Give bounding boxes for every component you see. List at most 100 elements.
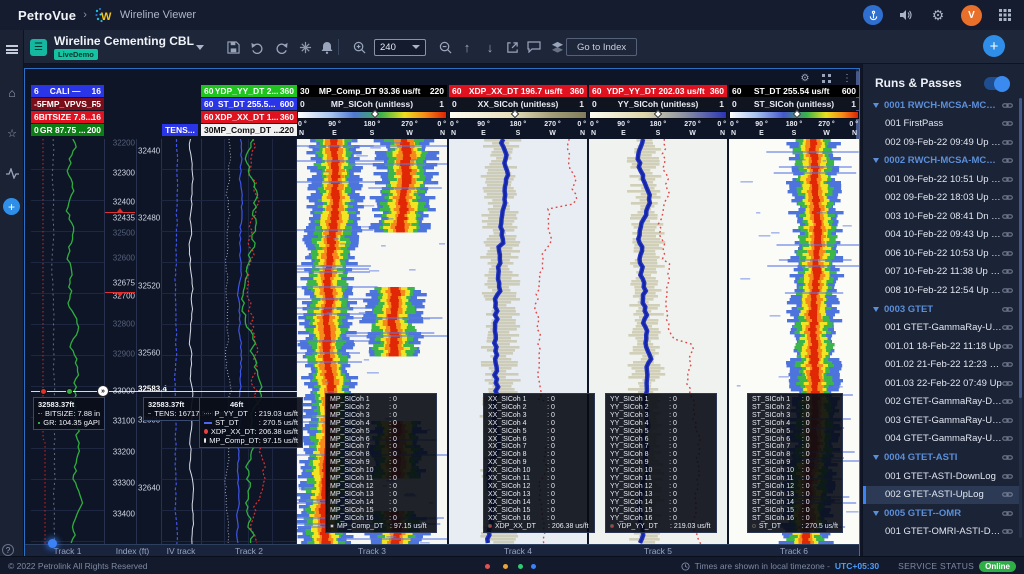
link-icon[interactable] bbox=[1002, 194, 1013, 201]
track2-scale[interactable]: 60YDP_YY_DT 2...360 bbox=[201, 85, 297, 97]
group-caret-icon[interactable] bbox=[873, 455, 879, 460]
track-5-colormap-marker[interactable] bbox=[654, 110, 662, 118]
scroll-up-icon[interactable]: ↑ bbox=[458, 38, 476, 56]
timezone-value[interactable]: UTC+05:30 bbox=[835, 561, 879, 571]
run-pass-item[interactable]: 002 GTET-GammaRay-Dow... bbox=[863, 393, 1021, 411]
track-3-colormap-marker[interactable] bbox=[371, 110, 379, 118]
run-pass-item[interactable]: 001.03 22-Feb-22 07:49 Up bbox=[863, 374, 1021, 392]
link-icon[interactable] bbox=[1002, 157, 1013, 164]
app-grid-icon[interactable] bbox=[996, 6, 1014, 24]
link-icon[interactable] bbox=[1002, 120, 1013, 127]
track1-scale[interactable]: 6BITSIZE 7.8...16 bbox=[31, 111, 104, 123]
track1-scale[interactable]: -5FMP_VPVS_Ra...5 bbox=[31, 98, 104, 110]
track-6-scale[interactable]: 60ST_DT 255.54 us/ft600 bbox=[729, 85, 859, 97]
run-pass-item[interactable]: 001.01 18-Feb-22 11:18 Up bbox=[863, 337, 1021, 355]
link-icon[interactable] bbox=[1002, 454, 1013, 461]
help-icon[interactable]: ? bbox=[2, 544, 14, 556]
home-icon[interactable]: ⌂ bbox=[0, 83, 24, 103]
run-pass-item[interactable]: 001 GTET-GammaRay-UpL... bbox=[863, 319, 1021, 337]
connection-status-icon[interactable] bbox=[863, 5, 883, 25]
depth-scale-select[interactable]: 240 bbox=[374, 39, 426, 56]
run-pass-item[interactable]: 001.02 21-Feb-22 12:23 U... bbox=[863, 356, 1021, 374]
zoom-in-icon[interactable] bbox=[350, 38, 368, 56]
run-pass-item[interactable]: 003 GTET-GammaRay-UpL... bbox=[863, 411, 1021, 429]
panel-settings-gear-icon[interactable]: ⚙ bbox=[799, 72, 811, 84]
group-caret-icon[interactable] bbox=[873, 158, 879, 163]
run-pass-item[interactable]: 0001 RWCH-MCSA-MCEJ... bbox=[863, 96, 1021, 114]
link-icon[interactable] bbox=[1002, 176, 1013, 183]
group-caret-icon[interactable] bbox=[873, 307, 879, 312]
menu-hamburger-icon[interactable] bbox=[0, 39, 24, 59]
track-4-coherence-scale[interactable]: 0XX_SICoh (unitless)1 bbox=[449, 98, 587, 110]
notifications-bell-icon[interactable] bbox=[318, 38, 336, 56]
track-6-coherence-scale[interactable]: 0ST_SICoh (unitless)1 bbox=[729, 98, 859, 110]
link-icon[interactable] bbox=[1002, 324, 1013, 331]
link-icon[interactable] bbox=[1002, 473, 1013, 480]
iv-track-body[interactable] bbox=[161, 139, 201, 544]
sound-icon[interactable] bbox=[897, 6, 915, 24]
run-pass-item[interactable]: 0005 GTET--OMR bbox=[863, 504, 1021, 522]
group-caret-icon[interactable] bbox=[873, 103, 879, 108]
run-pass-item[interactable]: 007 10-Feb-22 11:38 Up 1... bbox=[863, 263, 1021, 281]
link-icon[interactable] bbox=[1002, 528, 1013, 535]
group-caret-icon[interactable] bbox=[873, 511, 879, 516]
run-pass-item[interactable]: 0003 GTET bbox=[863, 300, 1021, 318]
run-pass-item[interactable]: 001 GTET-ASTI-DownLog bbox=[863, 467, 1021, 485]
redo-icon[interactable] bbox=[272, 38, 290, 56]
zoom-out-icon[interactable] bbox=[436, 38, 454, 56]
track-6-colormap-marker[interactable] bbox=[792, 110, 800, 118]
track-3-coherence-scale[interactable]: 0MP_SICoh (unitless)1 bbox=[297, 98, 447, 110]
rail-add-button[interactable]: + bbox=[3, 198, 20, 215]
go-to-index-button[interactable]: Go to Index bbox=[566, 38, 637, 56]
panel-more-kebab-icon[interactable]: ⋮ bbox=[841, 72, 853, 84]
layers-icon[interactable] bbox=[548, 38, 566, 56]
run-pass-item[interactable]: 002 09-Feb-22 09:49 Up 3... bbox=[863, 133, 1021, 151]
brand-logo-text[interactable]: PetroVue bbox=[18, 8, 76, 23]
run-pass-item[interactable]: 001 09-Feb-22 10:51 Up 3... bbox=[863, 170, 1021, 188]
crosshair-handle[interactable]: » bbox=[97, 385, 109, 397]
index-body[interactable] bbox=[104, 139, 161, 544]
run-pass-item[interactable]: 004 10-Feb-22 09:43 Up 3... bbox=[863, 226, 1021, 244]
curves-pulse-icon[interactable] bbox=[0, 163, 24, 183]
track2-scale[interactable]: 60XDP_XX_DT 1...360 bbox=[201, 111, 297, 123]
track-5-coherence-scale[interactable]: 0YY_SICoh (unitless)1 bbox=[589, 98, 727, 110]
link-icon[interactable] bbox=[1002, 380, 1013, 387]
link-icon[interactable] bbox=[1002, 213, 1013, 220]
track-3-scale[interactable]: 30MP_Comp_DT 93.36 us/ft220 bbox=[297, 85, 447, 97]
link-icon[interactable] bbox=[1002, 268, 1013, 275]
runs-passes-toggle[interactable] bbox=[984, 77, 1010, 90]
link-icon[interactable] bbox=[1002, 491, 1013, 498]
run-pass-item[interactable]: 002 09-Feb-22 18:03 Up 3... bbox=[863, 189, 1021, 207]
live-position-dot[interactable] bbox=[48, 539, 57, 548]
comment-icon[interactable] bbox=[525, 38, 543, 56]
favorites-star-icon[interactable]: ☆ bbox=[0, 123, 24, 143]
run-pass-item[interactable]: 0002 RWCH-MCSA-MCEJ... bbox=[863, 152, 1021, 170]
doc-title-dropdown-icon[interactable] bbox=[196, 45, 204, 50]
save-icon[interactable] bbox=[224, 38, 242, 56]
track-5-scale[interactable]: 60YDP_YY_DT 202.03 us/ft360 bbox=[589, 85, 727, 97]
link-icon[interactable] bbox=[1002, 343, 1013, 350]
export-icon[interactable] bbox=[503, 38, 521, 56]
track2-scale[interactable]: 60ST_DT 255.5...600 bbox=[201, 98, 297, 110]
run-pass-item[interactable]: 001 GTET-OMRI-ASTI-Dow... bbox=[863, 523, 1021, 541]
link-icon[interactable] bbox=[1002, 287, 1013, 294]
link-icon[interactable] bbox=[1002, 417, 1013, 424]
scroll-down-icon[interactable]: ↓ bbox=[481, 38, 499, 56]
run-pass-item[interactable]: 008 10-Feb-22 12:54 Up @... bbox=[863, 282, 1021, 300]
link-icon[interactable] bbox=[1002, 139, 1013, 146]
link-icon[interactable] bbox=[1002, 231, 1013, 238]
link-icon[interactable] bbox=[1002, 435, 1013, 442]
add-track-button[interactable]: + bbox=[983, 35, 1005, 57]
user-avatar[interactable]: V bbox=[961, 5, 982, 26]
link-icon[interactable] bbox=[1002, 398, 1013, 405]
run-pass-item[interactable]: 006 10-Feb-22 10:53 Up 3... bbox=[863, 244, 1021, 262]
track-4-colormap-marker[interactable] bbox=[511, 110, 519, 118]
link-icon[interactable] bbox=[1002, 361, 1013, 368]
auto-fit-icon[interactable] bbox=[296, 38, 314, 56]
sidebar-scrollbar-thumb[interactable] bbox=[1019, 98, 1022, 398]
track2-body[interactable] bbox=[201, 139, 297, 544]
track1-scale[interactable]: 0GR 87.75 ...200 bbox=[31, 124, 104, 136]
link-icon[interactable] bbox=[1002, 510, 1013, 517]
run-pass-item[interactable]: 003 10-Feb-22 08:41 Dn 3... bbox=[863, 207, 1021, 225]
undo-icon[interactable] bbox=[248, 38, 266, 56]
